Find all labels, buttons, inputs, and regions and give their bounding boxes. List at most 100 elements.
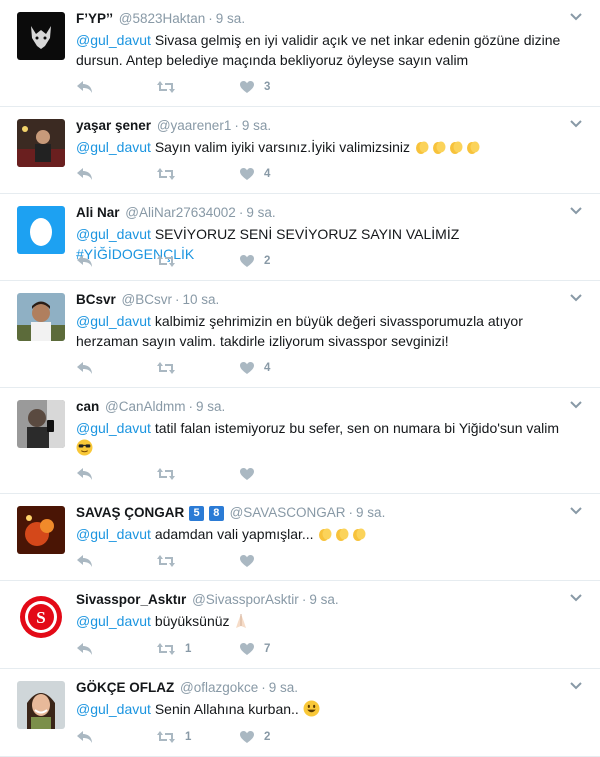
reply-button[interactable] xyxy=(76,642,94,656)
tweet-text: @gul_davut tatil falan istemiyoruz bu se… xyxy=(76,418,576,458)
avatar[interactable] xyxy=(17,206,65,254)
tweet-text: @gul_davut kalbimiz şehrimizin en büyük … xyxy=(76,311,576,351)
separator-dot: · xyxy=(348,505,354,520)
avatar[interactable] xyxy=(17,400,65,448)
reply-button[interactable] xyxy=(76,730,94,744)
tweet[interactable]: yaşar şener @yaarener1 · 9 sa. @gul_davut … xyxy=(0,107,600,194)
username[interactable]: @oflazgokce xyxy=(180,680,258,695)
like-button[interactable] xyxy=(239,467,264,481)
tweet[interactable]: BCsvr @BCsvr · 10 sa. @gul_davut kalbimiz … xyxy=(0,281,600,388)
display-name[interactable]: BCsvr xyxy=(76,292,116,307)
chevron-down-icon[interactable] xyxy=(570,682,582,690)
display-name[interactable]: F’YP’’ xyxy=(76,11,113,26)
avatar[interactable] xyxy=(17,119,65,167)
chevron-down-icon[interactable] xyxy=(570,294,582,302)
tweet[interactable]: SAVAŞ ÇONGAR 5 8 @SAVASCONGAR · 9 sa. @gul… xyxy=(0,494,600,581)
like-button[interactable]: 3 xyxy=(239,80,270,94)
avatar[interactable]: S xyxy=(17,593,65,641)
username[interactable]: @5823Haktan xyxy=(119,11,206,26)
retweet-icon xyxy=(157,643,175,655)
timestamp[interactable]: 9 sa. xyxy=(216,11,245,26)
avatar[interactable] xyxy=(17,293,65,341)
separator-dot: · xyxy=(175,292,180,307)
retweet-count: 1 xyxy=(185,643,192,655)
tweet[interactable]: F’YP’’ @5823Haktan · 9 sa. @gul_davut Siva… xyxy=(0,0,600,107)
mention-link[interactable]: @gul_davut xyxy=(76,313,151,329)
timestamp[interactable]: 9 sa. xyxy=(269,680,298,695)
username[interactable]: @yaarener1 xyxy=(157,118,232,133)
reply-button[interactable] xyxy=(76,167,94,181)
mention-link[interactable]: @gul_davut xyxy=(76,32,151,48)
retweet-button[interactable] xyxy=(156,554,185,568)
username[interactable]: @SAVASCONGAR xyxy=(230,505,346,520)
display-name[interactable]: can xyxy=(76,399,99,414)
mention-link[interactable]: @gul_davut xyxy=(76,226,151,242)
chevron-down-icon[interactable] xyxy=(570,13,582,21)
retweet-button[interactable] xyxy=(156,361,185,375)
like-button[interactable] xyxy=(239,554,264,568)
username[interactable]: @CanAldmm xyxy=(105,399,185,414)
mention-link[interactable]: @gul_davut xyxy=(76,139,151,155)
reply-button[interactable] xyxy=(76,80,94,94)
chevron-down-icon[interactable] xyxy=(570,594,582,602)
tweet[interactable]: S Sivasspor_Asktır @SivassporAsktir · 9 sa… xyxy=(0,581,600,669)
tweet-feed: F’YP’’ @5823Haktan · 9 sa. @gul_davut Siva… xyxy=(0,0,600,757)
reply-button[interactable] xyxy=(76,254,94,268)
display-name[interactable]: SAVAŞ ÇONGAR xyxy=(76,505,184,520)
like-button[interactable]: 2 xyxy=(239,254,270,268)
like-button[interactable]: 2 xyxy=(239,730,270,744)
chevron-down-icon[interactable] xyxy=(570,207,582,215)
timestamp[interactable]: 9 sa. xyxy=(356,505,385,520)
tweet[interactable]: GÖKÇE OFLAZ @oflazgokce · 9 sa. @gul_davut… xyxy=(0,669,600,757)
like-count: 3 xyxy=(264,81,271,93)
separator-dot: · xyxy=(234,118,239,133)
tweet[interactable]: Ali Nar @AliNar27634002 · 9 sa. @gul_davut… xyxy=(0,194,600,281)
avatar[interactable] xyxy=(17,12,65,60)
like-button[interactable]: 4 xyxy=(239,361,270,375)
mention-link[interactable]: @gul_davut xyxy=(76,526,151,542)
number-badge: 5 xyxy=(189,506,205,521)
retweet-button[interactable] xyxy=(156,254,185,268)
username[interactable]: @AliNar27634002 xyxy=(125,205,236,220)
avatar[interactable] xyxy=(17,506,65,554)
reply-button[interactable] xyxy=(76,467,94,481)
username[interactable]: @BCsvr xyxy=(122,292,172,307)
chevron-down-icon[interactable] xyxy=(570,507,582,515)
display-name[interactable]: GÖKÇE OFLAZ xyxy=(76,680,174,695)
mention-link[interactable]: @gul_davut xyxy=(76,420,151,436)
timestamp[interactable]: 10 sa. xyxy=(183,292,220,307)
retweet-button[interactable] xyxy=(156,167,185,181)
display-name[interactable]: Sivasspor_Asktır xyxy=(76,592,186,607)
heart-icon xyxy=(240,168,254,180)
retweet-button[interactable]: 1 xyxy=(156,730,191,744)
mention-link[interactable]: @gul_davut xyxy=(76,613,151,629)
tweet[interactable]: can @CanAldmm · 9 sa. @gul_davut tatil fal… xyxy=(0,388,600,494)
avatar[interactable] xyxy=(17,681,65,729)
retweet-button[interactable] xyxy=(156,467,185,481)
chevron-down-icon[interactable] xyxy=(570,401,582,409)
timestamp[interactable]: 9 sa. xyxy=(246,205,275,220)
display-name[interactable]: Ali Nar xyxy=(76,205,120,220)
heart-icon xyxy=(240,362,254,374)
reply-icon xyxy=(77,168,92,180)
retweet-button[interactable] xyxy=(156,80,185,94)
heart-icon xyxy=(240,468,254,480)
chevron-down-icon[interactable] xyxy=(570,120,582,128)
clapping-hands-emoji xyxy=(319,528,332,541)
timestamp[interactable]: 9 sa. xyxy=(309,592,338,607)
retweet-icon xyxy=(157,555,175,567)
username[interactable]: @SivassporAsktir xyxy=(192,592,299,607)
display-name[interactable]: yaşar şener xyxy=(76,118,151,133)
reply-button[interactable] xyxy=(76,554,94,568)
heart-icon xyxy=(240,81,254,93)
tweet-text: @gul_davut Senin Allahına kurban.. xyxy=(76,699,576,719)
like-button[interactable]: 4 xyxy=(239,167,270,181)
timestamp[interactable]: 9 sa. xyxy=(196,399,225,414)
retweet-button[interactable]: 1 xyxy=(156,642,191,656)
like-button[interactable]: 7 xyxy=(239,642,270,656)
timestamp[interactable]: 9 sa. xyxy=(242,118,271,133)
like-count: 4 xyxy=(264,168,271,180)
reply-button[interactable] xyxy=(76,361,94,375)
tweet-text: @gul_davut SEVİYORUZ SENİ SEVİYORUZ SAYI… xyxy=(76,224,576,264)
mention-link[interactable]: @gul_davut xyxy=(76,701,151,717)
